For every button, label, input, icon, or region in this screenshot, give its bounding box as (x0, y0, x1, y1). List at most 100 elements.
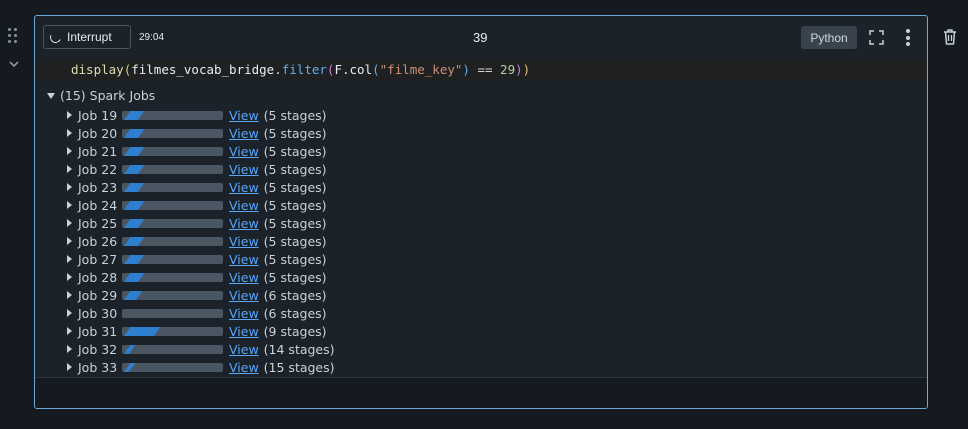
job-view-link[interactable]: View (229, 162, 259, 177)
job-stages: (5 stages) (263, 197, 327, 213)
code-token-num: 29 (500, 61, 516, 77)
job-progress-bar (122, 164, 223, 174)
code-token-str: "filme_key" (379, 61, 463, 77)
job-row: Job 26 View (5 stages) (67, 232, 327, 250)
job-view-link[interactable]: View (229, 144, 259, 159)
trash-icon[interactable] (940, 27, 960, 47)
cell-toolbar: Interrupt 29:04 39 Python (35, 16, 927, 58)
job-row: Job 19 View (5 stages) (67, 106, 327, 124)
job-stages: (5 stages) (263, 179, 327, 195)
job-progress-fill (124, 110, 145, 120)
code-paren: ) (522, 61, 531, 77)
code-token-op: == (469, 61, 501, 77)
caret-right-icon[interactable] (67, 147, 72, 155)
job-row: Job 31 View (9 stages) (67, 322, 327, 340)
job-view-link[interactable]: View (229, 324, 259, 339)
job-stages: (5 stages) (263, 125, 327, 141)
job-view-link[interactable]: View (229, 252, 259, 267)
caret-right-icon[interactable] (67, 255, 72, 263)
job-stages: (5 stages) (263, 143, 327, 159)
job-progress-bar (122, 254, 223, 264)
caret-right-icon[interactable] (67, 309, 72, 317)
job-view-link[interactable]: View (229, 234, 259, 249)
job-label: Job 27 (78, 251, 118, 267)
job-view-link[interactable]: View (229, 288, 259, 303)
job-label: Job 30 (78, 305, 118, 321)
job-stages: (14 stages) (263, 341, 335, 357)
caret-right-icon[interactable] (67, 201, 72, 209)
job-progress-bar (122, 326, 223, 336)
caret-right-icon[interactable] (67, 273, 72, 281)
job-progress-bar (122, 200, 223, 210)
drag-handle-icon[interactable] (8, 28, 20, 44)
chevron-down-icon[interactable] (9, 60, 19, 68)
code-paren: ( (123, 61, 132, 77)
job-row: Job 27 View (5 stages) (67, 250, 327, 268)
code-token-obj: F.col (334, 61, 373, 77)
interrupt-button[interactable]: Interrupt (43, 25, 131, 49)
caret-right-icon[interactable] (67, 237, 72, 245)
caret-right-icon[interactable] (67, 291, 72, 299)
job-progress-bar (122, 218, 223, 228)
fullscreen-icon[interactable] (869, 30, 884, 45)
job-view-link[interactable]: View (229, 180, 259, 195)
job-label: Job 20 (78, 125, 118, 141)
job-label: Job 26 (78, 233, 118, 249)
job-progress-bar (122, 344, 223, 354)
job-progress-bar (122, 308, 223, 318)
spinner-icon (48, 29, 63, 45)
code-dot: . (274, 61, 282, 77)
notebook-cell[interactable]: Interrupt 29:04 39 Python display(filmes… (34, 15, 928, 409)
job-label: Job 23 (78, 179, 118, 195)
job-progress-bar (122, 182, 223, 192)
job-row: Job 32 View (14 stages) (67, 340, 335, 358)
job-view-link[interactable]: View (229, 126, 259, 141)
job-label: Job 31 (78, 323, 118, 339)
job-label: Job 22 (78, 161, 118, 177)
job-row: Job 25 View (5 stages) (67, 214, 327, 232)
job-progress-fill (124, 218, 145, 228)
spark-jobs-toggle[interactable]: (15) Spark Jobs (47, 88, 155, 103)
job-row: Job 24 View (5 stages) (67, 196, 327, 214)
caret-down-icon (47, 92, 55, 99)
caret-right-icon[interactable] (67, 111, 72, 119)
job-stages: (9 stages) (263, 323, 327, 339)
job-view-link[interactable]: View (229, 306, 259, 321)
job-view-link[interactable]: View (229, 198, 259, 213)
job-view-link[interactable]: View (229, 108, 259, 123)
job-stages: (5 stages) (263, 215, 327, 231)
job-progress-bar (122, 146, 223, 156)
job-row: Job 20 View (5 stages) (67, 124, 327, 142)
code-paren: ) (462, 61, 470, 77)
job-label: Job 24 (78, 197, 118, 213)
caret-right-icon[interactable] (67, 183, 72, 191)
job-view-link[interactable]: View (229, 216, 259, 231)
job-stages: (6 stages) (263, 305, 327, 321)
caret-right-icon[interactable] (67, 165, 72, 173)
job-progress-fill (124, 290, 143, 300)
job-progress-fill (124, 254, 145, 264)
job-progress-fill (124, 164, 145, 174)
caret-right-icon[interactable] (67, 363, 72, 371)
job-view-link[interactable]: View (229, 360, 259, 375)
caret-right-icon[interactable] (67, 345, 72, 353)
job-row: Job 30 View (6 stages) (67, 304, 327, 322)
language-button[interactable]: Python (801, 26, 857, 49)
job-label: Job 25 (78, 215, 118, 231)
job-stages: (5 stages) (263, 269, 327, 285)
job-progress-fill (124, 236, 145, 246)
code-editor[interactable]: display(filmes_vocab_bridge. filter(F.col… (35, 58, 927, 80)
cell-output-footer (35, 377, 927, 408)
job-stages: (15 stages) (263, 359, 335, 375)
job-stages: (5 stages) (263, 233, 327, 249)
job-view-link[interactable]: View (229, 270, 259, 285)
job-row: Job 23 View (5 stages) (67, 178, 327, 196)
spark-jobs-header: (15) Spark Jobs (60, 88, 156, 103)
kebab-menu-icon[interactable] (905, 29, 911, 46)
job-view-link[interactable]: View (229, 342, 259, 357)
caret-right-icon[interactable] (67, 327, 72, 335)
job-stages: (5 stages) (263, 251, 327, 267)
code-paren: ( (372, 61, 380, 77)
caret-right-icon[interactable] (67, 129, 72, 137)
caret-right-icon[interactable] (67, 219, 72, 227)
